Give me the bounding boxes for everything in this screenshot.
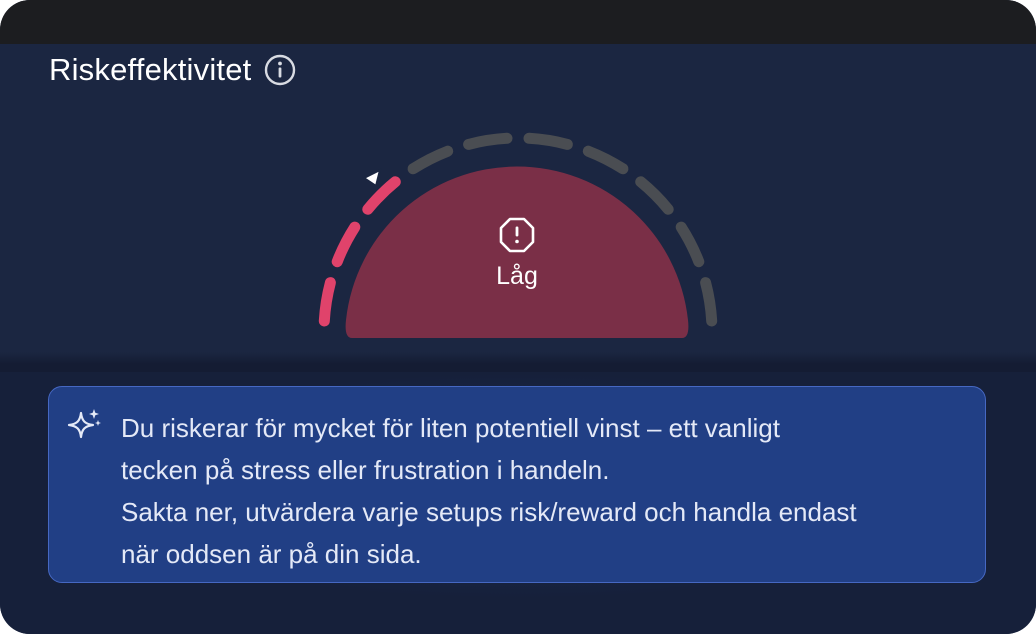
gauge-segment-inactive [675,221,705,268]
advice-text: Du riskerar för mycket för liten potenti… [121,407,981,575]
advice-line-3: Sakta ner, utvärdera varje setups risk/r… [121,497,857,527]
advice-box: Du riskerar för mycket för liten potenti… [48,386,986,583]
section-divider [0,352,1036,372]
advice-line-4: när oddsen är på din sida. [121,539,422,569]
gauge-segment-inactive [523,132,573,150]
gauge-segment-inactive [463,132,513,150]
advice-line-2: tecken på stress eller frustration i han… [121,455,610,485]
gauge-segment-inactive [582,145,629,175]
gauge-segment-inactive [407,145,454,175]
gauge-segment-inactive [635,176,674,215]
sparkles-icon [67,409,101,439]
gauge-segment-active [362,176,401,215]
gauge-segment-inactive [700,277,718,327]
gauge-segment-active [318,277,336,327]
gauge-label: Låg [496,262,538,290]
advice-line-1: Du riskerar för mycket för liten potenti… [121,413,780,443]
risk-efficiency-card: Riskeffektivitet Låg Du riskerar för myc… [0,0,1036,634]
gauge-segment-active [331,221,361,268]
gauge-marker [362,168,382,188]
